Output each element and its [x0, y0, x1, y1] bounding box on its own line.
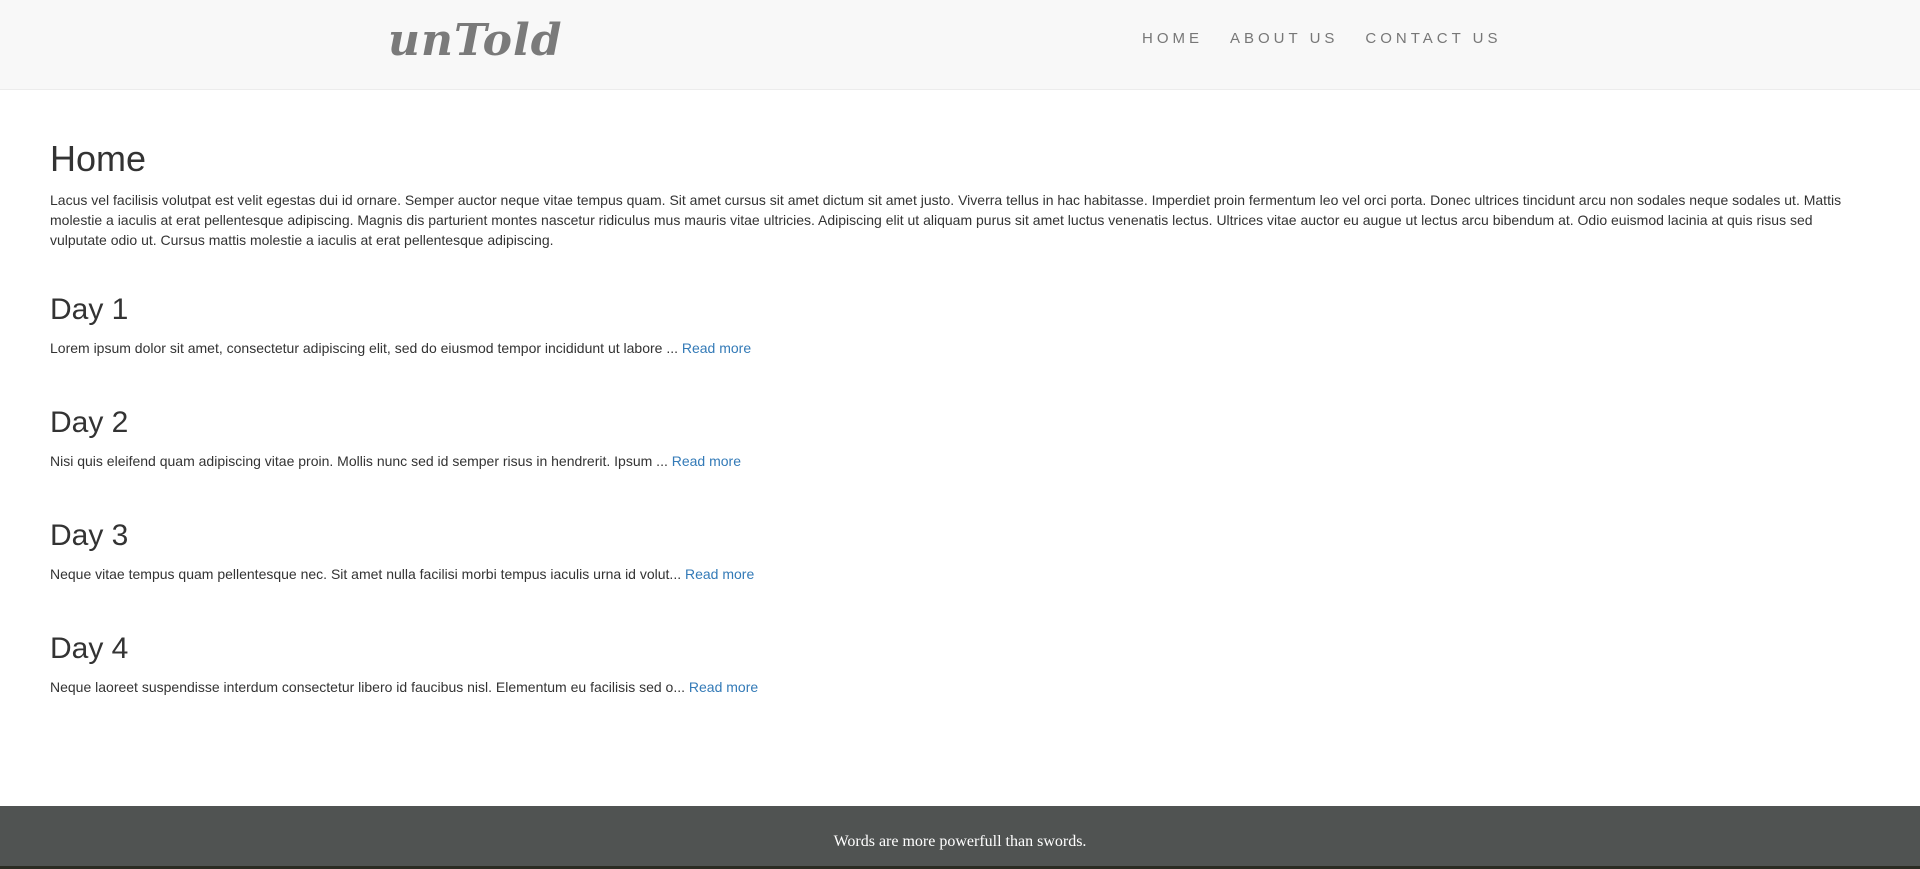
main-nav: HOME ABOUT US CONTACT US	[1142, 29, 1529, 49]
read-more-link[interactable]: Read more	[689, 679, 758, 695]
post-title: Day 3	[50, 519, 129, 552]
post-title: Day 2	[50, 406, 129, 439]
intro-paragraph: Lacus vel facilisis volutpat est velit e…	[50, 192, 1842, 248]
post-excerpt: Lorem ipsum dolor sit amet, consectetur …	[50, 338, 1850, 358]
post-title: Day 1	[50, 293, 129, 326]
post-title: Day 4	[50, 632, 129, 665]
footer-quote: Words are more powerfull than swords.	[833, 833, 1087, 850]
post-excerpt-text: Neque laoreet suspendisse interdum conse…	[50, 679, 689, 695]
nav-home-link[interactable]: HOME	[1142, 29, 1203, 49]
post-excerpt-text: Lorem ipsum dolor sit amet, consectetur …	[50, 340, 682, 356]
nav-contact-us-link[interactable]: CONTACT US	[1365, 29, 1501, 49]
post-excerpt: Neque vitae tempus quam pellentesque nec…	[50, 564, 1850, 584]
page-title: Home	[50, 138, 147, 179]
post-day-4: Day 4 Neque laoreet suspendisse interdum…	[50, 631, 1850, 697]
post-day-1: Day 1 Lorem ipsum dolor sit amet, consec…	[50, 292, 1850, 358]
post-day-2: Day 2 Nisi quis eleifend quam adipiscing…	[50, 405, 1850, 471]
post-excerpt-text: Neque vitae tempus quam pellentesque nec…	[50, 566, 685, 582]
post-excerpt-text: Nisi quis eleifend quam adipiscing vitae…	[50, 453, 672, 469]
read-more-link[interactable]: Read more	[685, 566, 754, 582]
footer: Words are more powerfull than swords.	[0, 806, 1920, 869]
main-content: Home Lacus vel facilisis volutpat est ve…	[50, 90, 1850, 744]
brand-logo[interactable]: unTold	[388, 12, 563, 70]
navbar: unTold HOME ABOUT US CONTACT US	[0, 0, 1920, 90]
nav-about-us-link[interactable]: ABOUT US	[1230, 29, 1338, 49]
post-excerpt: Nisi quis eleifend quam adipiscing vitae…	[50, 451, 1850, 471]
read-more-link[interactable]: Read more	[672, 453, 741, 469]
post-excerpt: Neque laoreet suspendisse interdum conse…	[50, 677, 1850, 697]
read-more-link[interactable]: Read more	[682, 340, 751, 356]
post-day-3: Day 3 Neque vitae tempus quam pellentesq…	[50, 518, 1850, 584]
